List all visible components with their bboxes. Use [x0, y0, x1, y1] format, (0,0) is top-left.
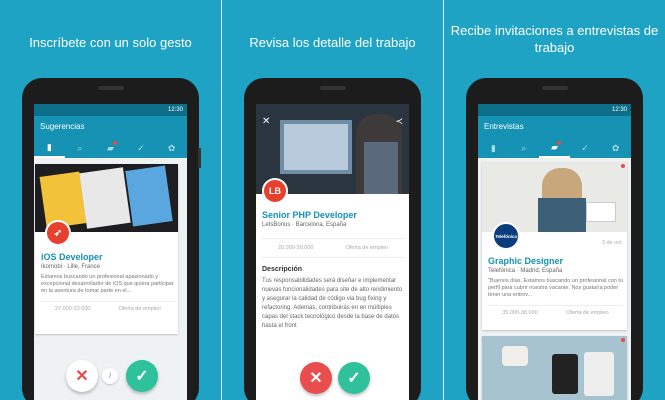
search-icon: ⌕ [77, 142, 83, 153]
job-meta: 20.000-30.000 Oferta de empleo [262, 238, 404, 258]
caption-interviews: Recibe invitaciones a entrevistas de tra… [444, 22, 665, 56]
tab-search[interactable]: ⌕ [65, 138, 96, 158]
status-time: 12:30 [167, 107, 183, 113]
interview-date: 3 de oct. [601, 240, 623, 246]
unread-dot [621, 164, 625, 168]
notification-dot [556, 141, 561, 145]
tab-applied[interactable]: ✓ [126, 138, 157, 158]
check-icon: ✓ [581, 142, 589, 153]
interview-card-image [482, 336, 627, 400]
tab-messages[interactable]: ▰ [95, 138, 126, 158]
card-footer: 27.000-33.000 Oferta de empleo [41, 301, 175, 312]
description-heading: Descripción [262, 266, 303, 273]
phone-frame: 12:30 Entrevistas ▮ ⌕ ▰ ✓ ✿ Telefónica 3… [466, 78, 643, 400]
interview-card[interactable]: Telefónica 3 de oct. Graphic Designer Te… [482, 162, 627, 330]
check-icon: ✓ [135, 368, 149, 385]
check-icon: ✓ [137, 142, 145, 153]
company-logo: ➶ [45, 220, 71, 246]
job-title: iOS Developer [41, 252, 103, 262]
panel-details: Revisa los detalle del trabajo ✕ ≺ LB Se… [222, 0, 443, 400]
salary-text: 20.000-30.000 [278, 245, 314, 251]
company-location: Ikomobi · Lille, France [41, 264, 101, 270]
check-icon: ✓ [347, 370, 361, 387]
card-footer: 35.000-38.000 Oferta de empleo [488, 305, 623, 316]
caption-details: Revisa los detalle del trabajo [249, 35, 416, 50]
company-location: LetsBonus · Barcelona, España [262, 222, 347, 228]
status-bar: 12:30 [478, 104, 631, 116]
tab-bar: ▮ ⌕ ▰ ✓ ✿ [478, 138, 631, 158]
gear-icon: ✿ [611, 142, 620, 153]
cards-icon: ▮ [490, 142, 496, 153]
phone-side-button [198, 148, 201, 168]
caption-text: Recibe invitaciones a entrevistas de tra… [450, 23, 659, 55]
close-icon: ✕ [75, 368, 89, 385]
panel-interviews: Recibe invitaciones a entrevistas de tra… [444, 0, 665, 400]
salary-text: 27.000-33.000 [55, 306, 91, 312]
interview-card[interactable] [482, 336, 627, 400]
phone-speaker [542, 86, 568, 90]
caption-apply: Inscríbete con un solo gesto [29, 35, 192, 50]
offer-type-text: Oferta de empleo [345, 245, 388, 251]
gear-icon: ✿ [167, 142, 176, 153]
tab-bar: ▮ ⌕ ▰ ✓ ✿ [34, 138, 187, 158]
accept-button[interactable]: ✓ [126, 360, 158, 392]
company-logo: LB [262, 178, 288, 204]
job-title: Graphic Designer [488, 256, 564, 266]
reject-button[interactable]: ✕ [300, 362, 332, 394]
company-logo: Telefónica [492, 222, 520, 250]
salary-text: 35.000-38.000 [502, 310, 538, 316]
tab-settings[interactable]: ✿ [156, 138, 187, 158]
tab-messages[interactable]: ▰ [539, 138, 570, 158]
tab-suggestions[interactable]: ▮ [34, 138, 65, 158]
job-description: Estamos buscando un profesional apasiona… [41, 274, 174, 294]
job-title: Senior PHP Developer [262, 210, 357, 220]
message-preview: "Buenos días. Estamos buscando un profes… [488, 278, 623, 298]
app-bar: Entrevistas [478, 116, 631, 138]
tab-settings[interactable]: ✿ [600, 138, 631, 158]
reject-button[interactable]: ✕ [66, 360, 98, 392]
info-icon: i [109, 371, 111, 380]
close-icon: ✕ [309, 370, 323, 387]
info-button[interactable]: i [102, 368, 118, 384]
unread-dot [621, 338, 625, 342]
phone-frame: 12:30 Sugerencias ▮ ⌕ ▰ ✓ ✿ ➶ iOS Develo… [22, 78, 201, 400]
status-bar: 12:30 [34, 104, 187, 116]
company-location: Telefónica · Madrid, España [488, 268, 563, 274]
phone-speaker [98, 86, 124, 90]
tab-suggestions[interactable]: ▮ [478, 138, 509, 158]
offer-type-text: Oferta de empleo [566, 310, 609, 316]
cards-icon: ▮ [46, 141, 52, 152]
offer-type-text: Oferta de empleo [118, 306, 161, 312]
notification-dot [112, 141, 117, 145]
accept-button[interactable]: ✓ [338, 362, 370, 394]
share-icon[interactable]: ≺ [395, 116, 403, 127]
app-bar: Sugerencias [34, 116, 187, 138]
status-time: 12:30 [611, 107, 627, 113]
search-icon: ⌕ [521, 142, 527, 153]
phone-frame: ✕ ≺ LB Senior PHP Developer LetsBonus · … [244, 78, 421, 400]
phone-screen: 12:30 Entrevistas ▮ ⌕ ▰ ✓ ✿ Telefónica 3… [478, 104, 631, 400]
job-card[interactable]: ➶ iOS Developer Ikomobi · Lille, France … [35, 164, 178, 334]
phone-screen: 12:30 Sugerencias ▮ ⌕ ▰ ✓ ✿ ➶ iOS Develo… [34, 104, 187, 400]
phone-screen: ✕ ≺ LB Senior PHP Developer LetsBonus · … [256, 104, 409, 400]
tab-applied[interactable]: ✓ [570, 138, 601, 158]
panel-apply: Inscríbete con un solo gesto 12:30 Suger… [0, 0, 221, 400]
close-icon[interactable]: ✕ [262, 116, 270, 127]
description-body: Tus responsabilidades será diseñar e imp… [262, 278, 403, 329]
app-store-screenshots: Inscríbete con un solo gesto 12:30 Suger… [0, 0, 665, 400]
phone-speaker [320, 86, 346, 90]
tab-search[interactable]: ⌕ [509, 138, 540, 158]
